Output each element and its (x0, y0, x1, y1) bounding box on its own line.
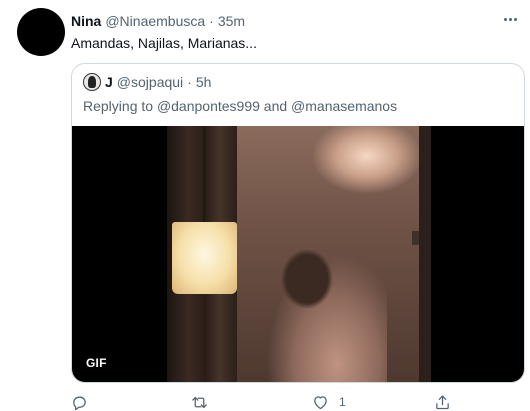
mention-link[interactable]: @manasemanos (291, 98, 397, 114)
mention-link[interactable]: @danpontes999 (157, 98, 260, 114)
quoted-author-handle[interactable]: @sojpaqui (117, 73, 183, 91)
comment-icon (73, 396, 86, 410)
share-icon (436, 394, 449, 409)
like-count: 1 (339, 395, 346, 409)
reply-button[interactable] (71, 393, 88, 411)
light-switch-shape (412, 231, 419, 245)
heart-icon (314, 395, 327, 409)
author-name[interactable]: Nina (71, 12, 101, 30)
quoted-author-name[interactable]: J (105, 73, 113, 91)
author-handle[interactable]: @Ninaembusca (105, 12, 205, 30)
header-separator: · (209, 13, 214, 29)
quoted-tweet[interactable]: J @sojpaqui · 5h Replying to @danpontes9… (71, 63, 525, 383)
quoted-header-separator: · (187, 74, 192, 90)
lamp-stem-shape (203, 126, 205, 222)
retweet-icon (192, 396, 207, 408)
quoted-tweet-header: J @sojpaqui · 5h (83, 73, 211, 91)
lampshade-shape (172, 222, 237, 294)
quoted-tweet-timestamp[interactable]: 5h (196, 73, 212, 91)
retweet-button[interactable] (191, 393, 208, 411)
gif-media[interactable]: GIF (72, 126, 524, 382)
quoted-author-avatar[interactable] (83, 73, 101, 91)
author-avatar[interactable] (17, 8, 65, 56)
door-edge-shape (419, 126, 431, 382)
tweet-text: Amandas, Najilas, Marianas... (71, 35, 257, 51)
person-silhouette (267, 244, 387, 382)
replying-to-line: Replying to @danpontes999 and @manaseman… (83, 97, 397, 115)
more-options-icon[interactable] (500, 10, 520, 28)
tweet-actions-bar: 1 (71, 393, 461, 411)
like-button[interactable]: 1 (312, 393, 346, 411)
tweet-card[interactable]: Nina @Ninaembusca · 35m Amandas, Najilas… (0, 0, 530, 411)
tweet-timestamp[interactable]: 35m (218, 12, 245, 30)
gif-frame (167, 126, 431, 382)
gif-badge: GIF (86, 356, 107, 370)
replying-and: and (263, 98, 288, 114)
replying-prefix: Replying to (83, 98, 154, 114)
tweet-header: Nina @Ninaembusca · 35m (71, 12, 245, 30)
share-button[interactable] (434, 393, 451, 411)
